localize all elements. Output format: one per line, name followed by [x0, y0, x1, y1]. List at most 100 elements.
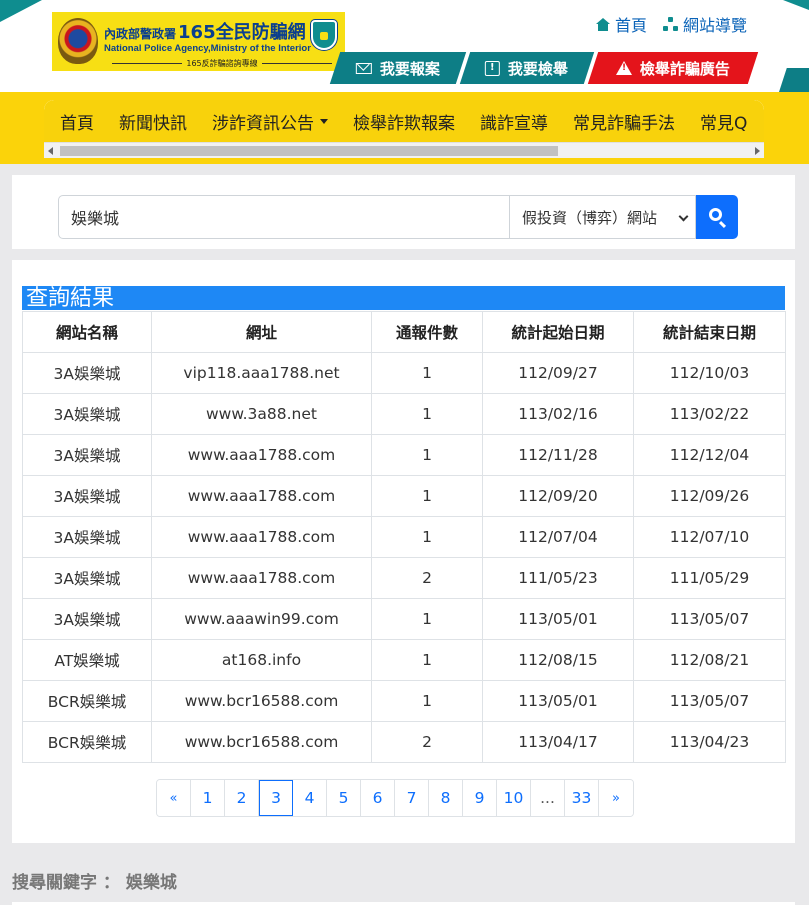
search-keyword-summary: 搜尋關鍵字 ： 娛樂城 — [12, 868, 177, 893]
table-row: 3A娛樂城 vip118.aaa1788.net 1 112/09/27 112/10/… — [22, 352, 786, 394]
search-button[interactable] — [696, 195, 738, 239]
url-cell: www.bcr16588.com — [151, 721, 372, 763]
table-row: 3A娛樂城 www.aaa1788.com 1 112/09/20 112/09/26 — [22, 475, 786, 517]
logo-hotline-text: 165反詐騙諮詢專線 — [186, 58, 258, 68]
nav-item-home[interactable]: 首頁 — [60, 109, 94, 134]
home-icon — [595, 17, 610, 31]
police-emblem-icon — [58, 18, 98, 64]
start-date-cell: 113/04/17 — [482, 721, 634, 763]
site-name-cell: 3A娛樂城 — [22, 352, 152, 394]
nav-horizontal-scrollbar[interactable] — [44, 142, 764, 158]
warning-icon — [615, 61, 632, 75]
category-select[interactable]: 假投資（博弈）網站 — [510, 195, 696, 239]
site-name-cell: 3A娛樂城 — [22, 475, 152, 517]
page-button[interactable]: 10 — [497, 780, 531, 816]
column-header: 統計結束日期 — [633, 311, 786, 353]
end-date-cell: 112/12/04 — [633, 434, 786, 476]
search-input[interactable] — [58, 195, 510, 239]
scroll-right-icon[interactable] — [755, 147, 760, 155]
site-name-cell: 3A娛樂城 — [22, 434, 152, 476]
site-name-cell: BCR娛樂城 — [22, 721, 152, 763]
tipoff-label: 我要檢舉 — [508, 59, 569, 78]
sitemap-link-label: 網站導覽 — [682, 16, 747, 35]
report-count-cell: 1 — [371, 352, 483, 394]
end-date-cell: 113/05/07 — [633, 680, 786, 722]
results-title: 查詢結果 — [22, 286, 785, 310]
start-date-cell: 111/05/23 — [482, 557, 634, 599]
page-prev-button[interactable]: « — [157, 780, 191, 816]
nav-item-report-fraud[interactable]: 檢舉詐欺報案 — [353, 109, 455, 134]
search-panel: 假投資（博弈）網站 — [12, 175, 795, 249]
nav-item-fraud-info[interactable]: 涉詐資訊公告 — [212, 109, 328, 134]
page-button[interactable]: 9 — [463, 780, 497, 816]
sitemap-icon — [662, 17, 678, 31]
site-name-cell: 3A娛樂城 — [22, 393, 152, 435]
end-date-cell: 113/05/07 — [633, 598, 786, 640]
end-date-cell: 112/10/03 — [633, 352, 786, 394]
url-cell: vip118.aaa1788.net — [151, 352, 372, 394]
page-next-button[interactable]: » — [599, 780, 633, 816]
start-date-cell: 113/05/01 — [482, 598, 634, 640]
start-date-cell: 112/08/15 — [482, 639, 634, 681]
caret-down-icon — [320, 118, 328, 124]
table-row: 3A娛樂城 www.3a88.net 1 113/02/16 113/02/22 — [22, 393, 786, 435]
report-case-label: 我要報案 — [379, 59, 440, 78]
table-row: 3A娛樂城 www.aaawin99.com 1 113/05/01 113/05/07 — [22, 598, 786, 640]
table-header-row: 網站名稱 網址 通報件數 統計起始日期 統計結束日期 — [22, 311, 786, 353]
report-count-cell: 1 — [371, 516, 483, 558]
page-button[interactable]: 1 — [191, 780, 225, 816]
page-button[interactable]: 6 — [361, 780, 395, 816]
report-count-cell: 1 — [371, 639, 483, 681]
end-date-cell: 112/09/26 — [633, 475, 786, 517]
logo-site-name: 165全民防騙網 — [178, 22, 306, 43]
page-button[interactable]: 8 — [429, 780, 463, 816]
nav-menu: 首頁 新聞快訊 涉詐資訊公告 檢舉詐欺報案 識詐宣導 常見詐騙手法 常見Q — [44, 100, 764, 142]
url-cell: www.aaa1788.com — [151, 434, 372, 476]
column-header: 統計起始日期 — [482, 311, 634, 353]
end-date-cell: 113/02/22 — [633, 393, 786, 435]
top-links: 首頁 網站導覽 — [595, 12, 747, 36]
page-button[interactable]: 4 — [293, 780, 327, 816]
main-nav: 首頁 新聞快訊 涉詐資訊公告 檢舉詐欺報案 識詐宣導 常見詐騙手法 常見Q — [44, 100, 764, 158]
report-count-cell: 1 — [371, 598, 483, 640]
url-cell: www.aaa1788.com — [151, 557, 372, 599]
page-button[interactable]: 2 — [225, 780, 259, 816]
site-logo[interactable]: 內政部警政署 165全民防騙網 National Police Agency,M… — [52, 12, 345, 71]
page-button-current[interactable]: 3 — [259, 780, 293, 816]
home-link-label: 首頁 — [614, 16, 647, 35]
category-select-value: 假投資（博弈）網站 — [522, 208, 658, 227]
page-button[interactable]: 5 — [327, 780, 361, 816]
nav-item-fraud-info-label: 涉詐資訊公告 — [212, 113, 314, 134]
site-name-cell: 3A娛樂城 — [22, 516, 152, 558]
scroll-left-icon[interactable] — [48, 147, 53, 155]
start-date-cell: 112/07/04 — [482, 516, 634, 558]
page-button-last[interactable]: 33 — [565, 780, 599, 816]
report-count-cell: 1 — [371, 680, 483, 722]
tipoff-button[interactable]: ! 我要檢舉 — [459, 52, 595, 84]
end-date-cell: 112/07/10 — [633, 516, 786, 558]
site-name-cell: BCR娛樂城 — [22, 680, 152, 722]
nav-item-news[interactable]: 新聞快訊 — [119, 109, 187, 134]
report-case-button[interactable]: 我要報案 — [329, 52, 467, 84]
report-scam-ad-button[interactable]: 檢舉詐騙廣告 — [587, 52, 759, 84]
nav-item-awareness[interactable]: 識詐宣導 — [480, 109, 548, 134]
logo-title: 內政部警政署 165全民防騙網 — [104, 18, 306, 43]
nav-item-faq[interactable]: 常見Q — [700, 109, 747, 134]
url-cell: www.aaawin99.com — [151, 598, 372, 640]
shield-lock-icon — [311, 20, 337, 50]
sitemap-link[interactable]: 網站導覽 — [662, 12, 747, 36]
url-cell: www.3a88.net — [151, 393, 372, 435]
mail-icon — [355, 62, 372, 74]
report-count-cell: 2 — [371, 721, 483, 763]
start-date-cell: 113/05/01 — [482, 680, 634, 722]
table-row: BCR娛樂城 www.bcr16588.com 2 113/04/17 113/04/2… — [22, 721, 786, 763]
home-link[interactable]: 首頁 — [595, 12, 647, 36]
page-button[interactable]: 7 — [395, 780, 429, 816]
header-action-buttons: 我要報案 ! 我要檢舉 檢舉詐騙廣告 — [329, 52, 759, 84]
end-date-cell: 113/04/23 — [633, 721, 786, 763]
scrollbar-thumb[interactable] — [60, 146, 558, 156]
site-name-cell: 3A娛樂城 — [22, 598, 152, 640]
nav-item-common-scams[interactable]: 常見詐騙手法 — [573, 109, 675, 134]
report-scam-ad-label: 檢舉詐騙廣告 — [639, 59, 730, 78]
table-row: 3A娛樂城 www.aaa1788.com 2 111/05/23 111/05/29 — [22, 557, 786, 599]
